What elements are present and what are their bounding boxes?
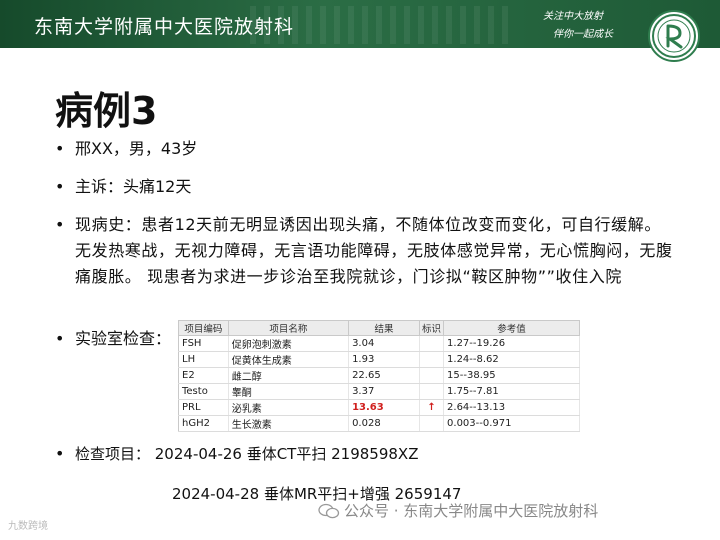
slide-title: 病例3 xyxy=(55,89,158,133)
column-header-name: 项目名称 xyxy=(227,320,350,336)
wechat-icon xyxy=(318,503,340,519)
cell-result: 0.028 xyxy=(348,415,421,432)
table-row: FSH 促卵泡刺激素 3.04 1.27--19.26 xyxy=(178,335,580,352)
cell-flag xyxy=(419,335,445,352)
bullet-dot-icon: • xyxy=(55,215,65,234)
cell-code: LH xyxy=(178,351,229,368)
table-row: LH 促黄体生成素 1.93 1.24--8.62 xyxy=(178,351,580,368)
table-header-row: 项目编码 项目名称 结果 标识 参考值 xyxy=(178,320,580,336)
bullet-dot-icon: • xyxy=(55,329,65,348)
cell-reference: 1.24--8.62 xyxy=(443,351,580,368)
cell-name: 雌二醇 xyxy=(228,367,350,384)
cell-flag: ↑ xyxy=(419,399,445,416)
bullet-dot-icon: • xyxy=(55,139,65,158)
cell-name: 促黄体生成素 xyxy=(228,351,350,368)
slide-header: 东南大学附属中大医院放射科 关注中大放射 伴你一起成长 xyxy=(0,0,720,48)
column-header-reference: 参考值 xyxy=(443,320,580,336)
cell-result: 13.63 xyxy=(348,399,421,416)
cell-name: 生长激素 xyxy=(228,415,350,432)
watermark-text: 公众号 · 东南大学附属中大医院放射科 xyxy=(344,502,599,520)
bullet-text: 现病史：患者12天前无明显诱因出现头痛，不随体位改变而变化，可自行缓解。无发热寒… xyxy=(75,215,673,286)
cell-code: FSH xyxy=(178,335,229,352)
corner-watermark: 九数跨境 xyxy=(8,521,48,532)
header-title: 东南大学附属中大医院放射科 xyxy=(34,16,295,38)
cell-code: E2 xyxy=(178,367,229,384)
cell-name: 泌乳素 xyxy=(228,399,350,416)
cell-code: Testo xyxy=(178,383,229,400)
cell-name: 促卵泡刺激素 xyxy=(228,335,350,352)
header-slogan-line1: 关注中大放射 xyxy=(543,11,603,22)
table-row: PRL 泌乳素 13.63 ↑ 2.64--13.13 xyxy=(178,399,580,416)
cell-flag xyxy=(419,383,445,400)
bullet-dot-icon: • xyxy=(55,177,65,196)
cell-flag xyxy=(419,415,445,432)
cell-result: 22.65 xyxy=(348,367,421,384)
cell-result: 3.04 xyxy=(348,335,421,352)
cell-flag xyxy=(419,367,445,384)
cell-reference: 15--38.95 xyxy=(443,367,580,384)
table-row: Testo 睾酮 3.37 1.75--7.81 xyxy=(178,383,580,400)
cell-reference: 1.27--19.26 xyxy=(443,335,580,352)
cell-code: PRL xyxy=(178,399,229,416)
column-header-flag: 标识 xyxy=(419,320,445,336)
lab-results-table: 项目编码 项目名称 结果 标识 参考值 FSH 促卵泡刺激素 3.04 1.27--1… xyxy=(178,320,580,432)
cell-reference: 0.003--0.971 xyxy=(443,415,580,432)
bullet-text: 检查项目： 2024-04-26 垂体CT平扫 2198598XZ xyxy=(75,445,419,463)
cell-reference: 2.64--13.13 xyxy=(443,399,580,416)
cell-flag xyxy=(419,351,445,368)
cell-result: 1.93 xyxy=(348,351,421,368)
table-row: E2 雌二醇 22.65 15--38.95 xyxy=(178,367,580,384)
column-header-code: 项目编码 xyxy=(178,320,229,336)
hospital-logo-icon xyxy=(648,10,700,62)
bullet-text: 邢XX，男，43岁 xyxy=(75,139,198,158)
bullet-dot-icon: • xyxy=(55,444,65,463)
header-slogan-line2: 伴你一起成长 xyxy=(553,29,613,40)
cell-code: hGH2 xyxy=(178,415,229,432)
bullet-text: 主诉：头痛12天 xyxy=(75,177,192,196)
cell-result: 3.37 xyxy=(348,383,421,400)
cell-reference: 1.75--7.81 xyxy=(443,383,580,400)
cell-name: 睾酮 xyxy=(228,383,350,400)
column-header-result: 结果 xyxy=(348,320,421,336)
table-row: hGH2 生长激素 0.028 0.003--0.971 xyxy=(178,415,580,432)
